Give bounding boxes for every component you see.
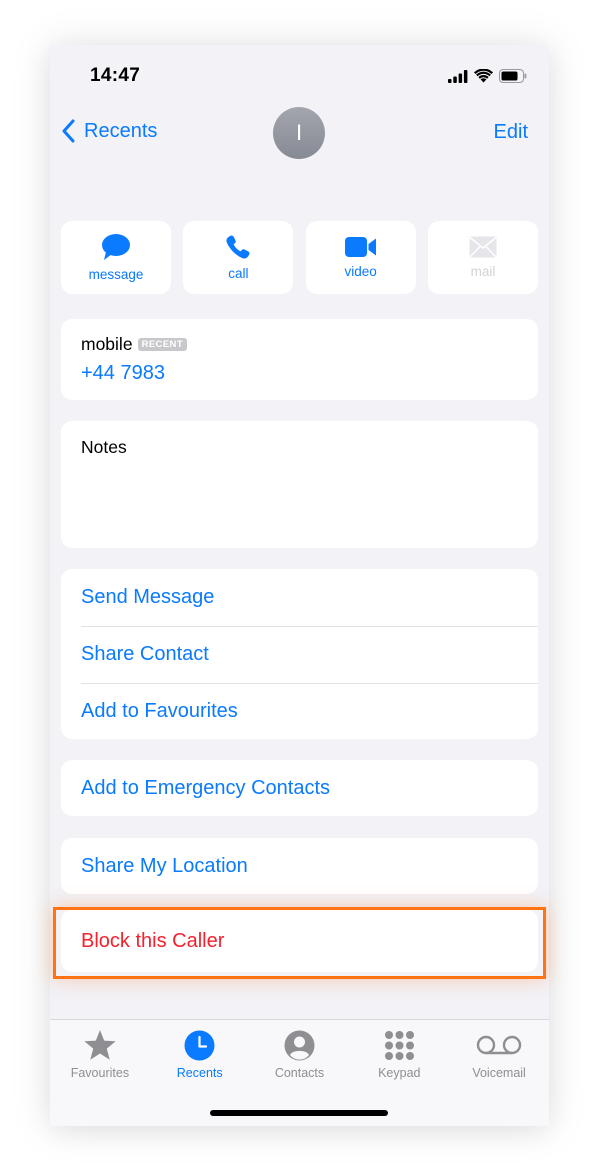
send-message-button[interactable]: Send Message [61,569,538,626]
tab-contacts[interactable]: Contacts [250,1028,350,1080]
cellular-signal-icon [448,69,468,88]
avatar-initial: I [295,120,303,145]
phone-label-row: mobile RECENT [81,334,518,355]
back-button[interactable]: Recents [62,119,157,143]
video-button[interactable]: video [305,221,416,294]
message-label: message [88,267,144,282]
contact-actions-group: Send Message Share Contact Add to Favour… [61,569,538,739]
add-to-emergency-contacts-button[interactable]: Add to Emergency Contacts [61,760,538,816]
message-button[interactable]: message [61,221,171,294]
tab-label: Keypad [378,1066,421,1080]
home-indicator[interactable] [210,1110,388,1116]
keypad-icon [384,1028,415,1062]
tab-label: Recents [176,1066,223,1080]
status-icons [448,68,527,88]
envelope-icon [469,236,497,258]
block-caller-button[interactable]: Block this Caller [61,910,538,972]
clock-icon [184,1028,215,1062]
phone-type-label: mobile [81,334,133,354]
tab-recents[interactable]: Recents [150,1028,250,1080]
call-label: call [228,266,249,281]
status-time: 14:47 [90,65,141,86]
person-circle-icon [284,1028,315,1062]
tab-favourites[interactable]: Favourites [50,1028,150,1080]
mail-label: mail [470,264,496,279]
tab-keypad[interactable]: Keypad [349,1028,449,1080]
notes-label: Notes [81,437,127,457]
notes-card[interactable]: Notes [61,421,538,548]
video-camera-icon [344,237,376,257]
chevron-left-icon [62,119,75,143]
mail-button[interactable]: mail [427,221,538,294]
tab-label: Contacts [274,1066,325,1080]
phone-number-link[interactable]: +44 7983 [81,362,518,385]
add-to-favourites-button[interactable]: Add to Favourites [61,683,538,740]
tab-voicemail[interactable]: Voicemail [449,1028,549,1080]
recent-badge: RECENT [137,338,188,351]
tab-label: Voicemail [472,1066,526,1080]
voicemail-icon [476,1028,522,1062]
message-bubble-icon [102,234,130,260]
video-label: video [344,264,377,279]
edit-button[interactable]: Edit [494,121,528,144]
share-contact-button[interactable]: Share Contact [61,626,538,683]
tab-bar: Favourites Recents Contacts Keypad Voice… [50,1019,549,1126]
avatar[interactable]: I [273,107,325,159]
phone-screen: 14:47 Recents I Edit message call video [50,45,549,1126]
call-button[interactable]: call [183,221,294,294]
share-my-location-button[interactable]: Share My Location [61,838,538,894]
tab-label: Favourites [70,1066,130,1080]
phone-icon [226,235,250,259]
wifi-icon [474,68,493,88]
phone-card: mobile RECENT +44 7983 [61,319,538,400]
star-icon [83,1028,117,1062]
battery-icon [499,69,527,88]
quick-actions: message call video mail [61,221,538,294]
back-label: Recents [84,119,158,142]
